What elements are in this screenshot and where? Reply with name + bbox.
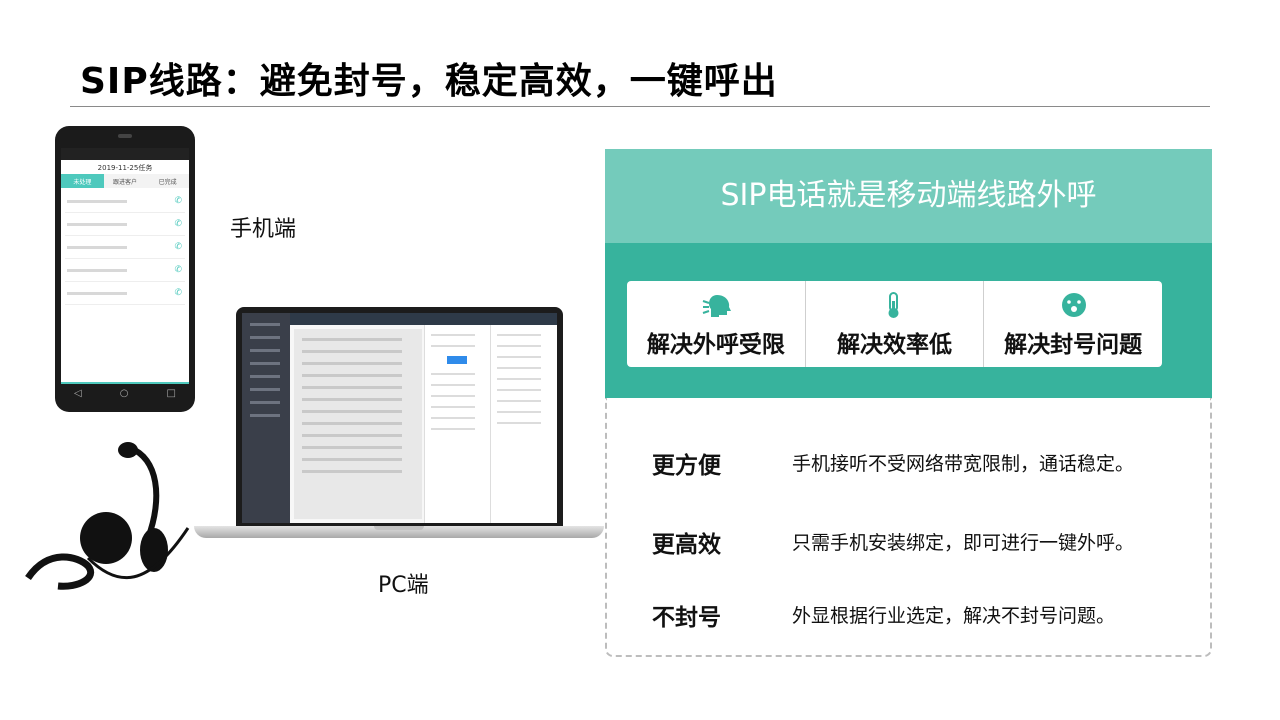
phone-tab-2: 跟进客户 xyxy=(103,174,147,188)
phone-status-bar xyxy=(61,148,189,160)
feature-card: 解决外呼受限 解决效率低 解决封号问题 xyxy=(627,281,1162,367)
phone-screen: 2019-11-25任务 未处理 跟进客户 已完成 ✆ ✆ ✆ ✆ ✆ xyxy=(61,148,189,384)
feature-item-call-limit: 解决外呼受限 xyxy=(627,281,805,367)
phone-call-list: ✆ ✆ ✆ ✆ ✆ xyxy=(61,188,189,307)
benefit-title: 不封号 xyxy=(652,605,721,631)
thermometer-icon xyxy=(888,292,899,318)
mobile-label: 手机端 xyxy=(230,217,297,242)
shocked-face-icon xyxy=(1062,293,1087,317)
phone-camera xyxy=(118,134,132,138)
crm-sidebar xyxy=(242,313,290,523)
benefit-row: 更高效 只需手机安装绑定，即可进行一键外呼。 xyxy=(652,525,1192,565)
slide-title: SIP线路：避免封号，稳定高效，一键呼出 xyxy=(80,61,778,102)
feature-label: 解决效率低 xyxy=(837,332,952,358)
list-item: ✆ xyxy=(65,282,185,305)
speaking-head-icon xyxy=(702,295,731,317)
crm-table xyxy=(294,329,422,519)
phone-call-icon: ✆ xyxy=(174,242,182,252)
list-item: ✆ xyxy=(65,236,185,259)
home-icon: ○ xyxy=(119,388,129,399)
benefit-title: 更高效 xyxy=(652,532,721,558)
phone-accent-bar xyxy=(61,382,189,384)
feature-label: 解决封号问题 xyxy=(1004,332,1143,358)
phone-call-icon: ✆ xyxy=(174,219,182,229)
feature-item-efficiency: 解决效率低 xyxy=(804,281,984,367)
crm-dial-button xyxy=(447,356,467,364)
recents-icon: □ xyxy=(166,388,176,399)
benefit-desc: 只需手机安装绑定，即可进行一键外呼。 xyxy=(792,532,1135,554)
crm-topbar xyxy=(290,313,557,325)
benefit-desc: 外显根据行业选定，解决不封号问题。 xyxy=(792,605,1116,627)
crm-dial-panel xyxy=(424,325,490,523)
laptop-screen xyxy=(242,313,557,523)
laptop-image xyxy=(236,307,563,527)
feature-item-ban: 解决封号问题 xyxy=(983,281,1162,367)
phone-tab-1: 未处理 xyxy=(61,174,104,188)
laptop-notch xyxy=(374,526,424,530)
sip-banner: SIP电话就是移动端线路外呼 xyxy=(605,149,1212,243)
phone-tabs: 未处理 跟进客户 已完成 xyxy=(61,174,189,188)
benefit-row: 更方便 手机接听不受网络带宽限制，通话稳定。 xyxy=(652,446,1192,486)
list-item: ✆ xyxy=(65,259,185,282)
phone-call-icon: ✆ xyxy=(174,265,182,275)
phone-call-icon: ✆ xyxy=(174,288,182,298)
back-icon: ◁ xyxy=(74,388,82,399)
benefit-row: 不封号 外显根据行业选定，解决不封号问题。 xyxy=(652,598,1192,638)
phone-call-icon: ✆ xyxy=(174,196,182,206)
title-divider xyxy=(70,106,1210,107)
benefit-title: 更方便 xyxy=(652,453,721,479)
benefit-desc: 手机接听不受网络带宽限制，通话稳定。 xyxy=(792,453,1135,475)
phone-tab-3: 已完成 xyxy=(146,174,189,188)
headset-icon xyxy=(25,442,190,590)
crm-detail-panel xyxy=(490,325,557,523)
phone-nav-bar: ◁ ○ □ xyxy=(55,388,195,399)
feature-label: 解决外呼受限 xyxy=(646,332,785,358)
phone-app-title: 2019-11-25任务 xyxy=(97,164,153,172)
banner-text: SIP电话就是移动端线路外呼 xyxy=(720,178,1097,213)
pc-label: PC端 xyxy=(378,573,429,598)
list-item: ✆ xyxy=(65,190,185,213)
list-item: ✆ xyxy=(65,213,185,236)
mobile-phone-image: 2019-11-25任务 未处理 跟进客户 已完成 ✆ ✆ ✆ ✆ ✆ ◁ ○ … xyxy=(55,126,195,412)
